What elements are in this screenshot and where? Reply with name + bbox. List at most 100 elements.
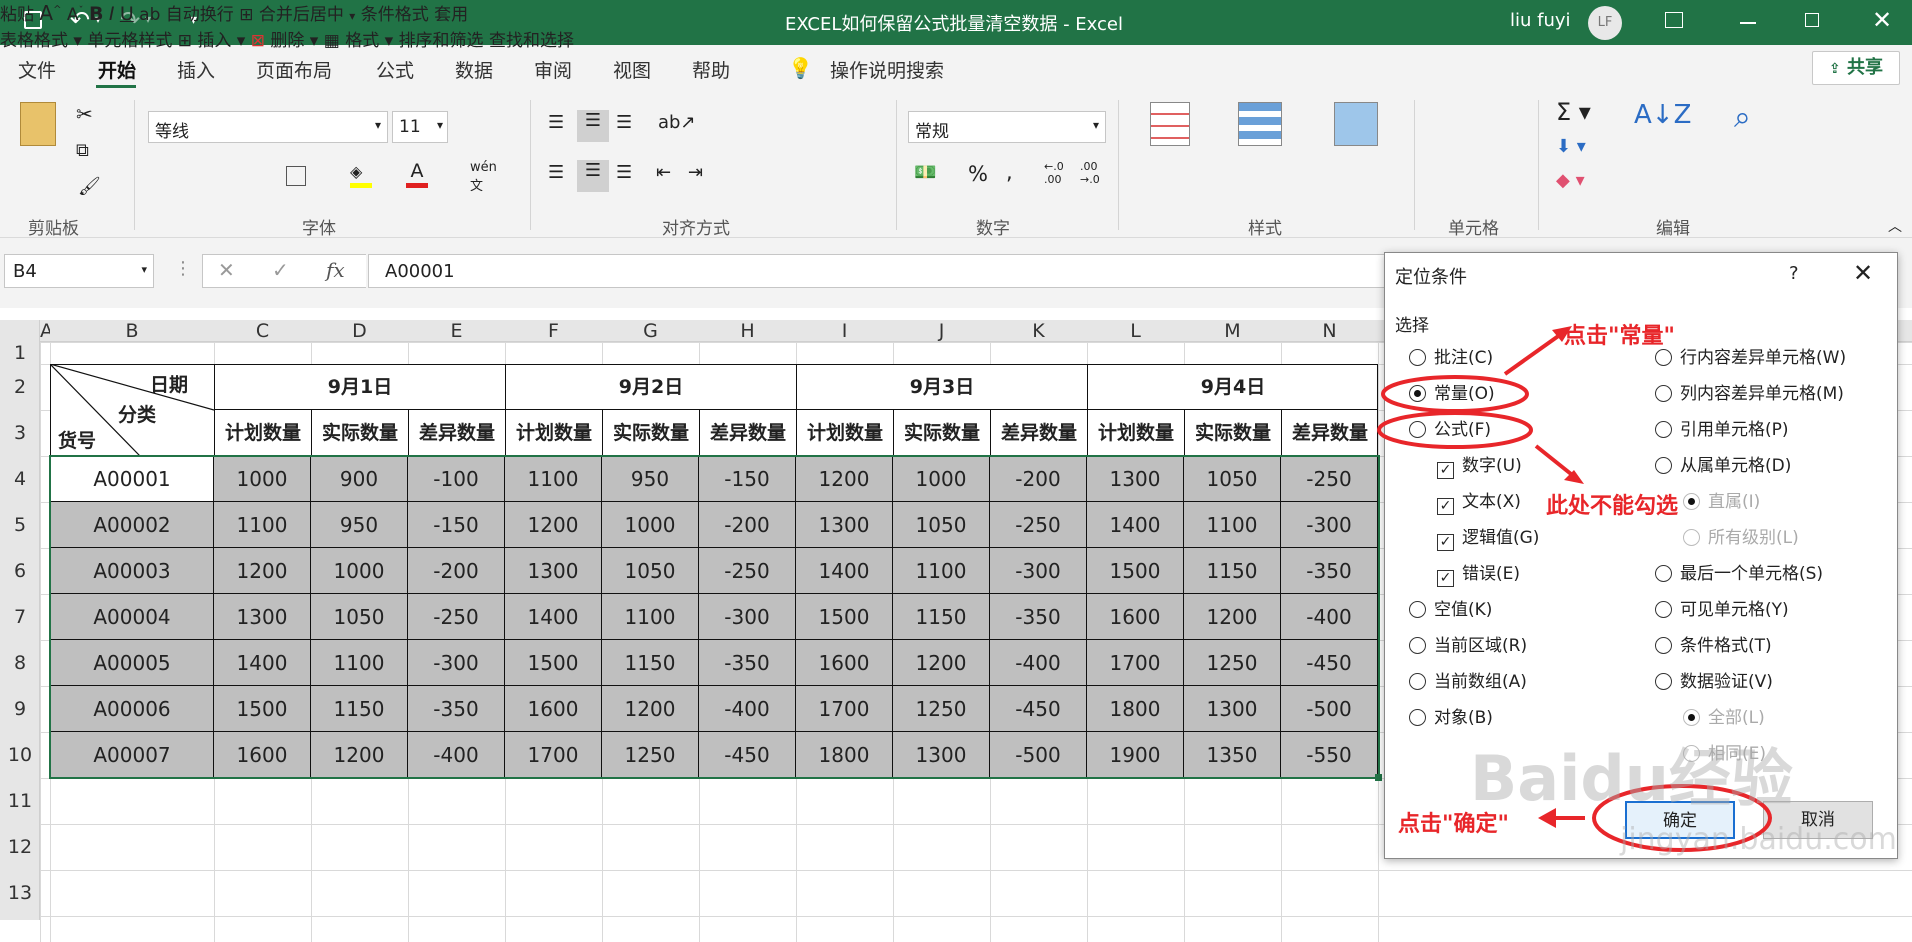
column-header-B[interactable]: B (50, 320, 214, 342)
autosum-icon[interactable]: Σ ▾ (1556, 98, 1591, 126)
collapse-ribbon-icon[interactable]: ︿ (1888, 216, 1902, 236)
borders-icon[interactable] (286, 166, 306, 186)
help-button[interactable]: ? (1789, 263, 1799, 284)
option-objects[interactable]: 对象(B) (1409, 703, 1493, 728)
row-header-6[interactable]: 6 (0, 548, 40, 594)
conditional-format-button[interactable]: 条件格式 (361, 5, 429, 25)
paste-icon[interactable] (20, 102, 56, 146)
column-header-A[interactable]: A (40, 320, 50, 342)
row-header-5[interactable]: 5 (0, 502, 40, 548)
merge-center-button[interactable]: ⊞ 合并后居中 ▾ (239, 5, 355, 25)
align-middle-icon[interactable]: ☰ (577, 110, 609, 142)
font-name-select[interactable]: 等线 ▾ (148, 111, 388, 143)
column-header-K[interactable]: K (990, 320, 1087, 342)
decrease-indent-icon[interactable]: ⇤ (656, 162, 671, 183)
cell-styles-icon[interactable] (1334, 102, 1378, 146)
option-errors[interactable]: ✓ 错误(E) (1437, 559, 1520, 587)
option-precedents[interactable]: 引用单元格(P) (1655, 415, 1789, 440)
row-header-10[interactable]: 10 (0, 732, 40, 778)
row-header-8[interactable]: 8 (0, 640, 40, 686)
option-column-differences[interactable]: 列内容差异单元格(M) (1655, 379, 1844, 404)
align-top-icon[interactable]: ☰ (548, 112, 564, 133)
italic-icon[interactable]: I (109, 3, 115, 25)
cell-styles-button[interactable]: 单元格样式 (87, 31, 172, 51)
increase-indent-icon[interactable]: ⇥ (688, 162, 703, 183)
conditional-format-icon[interactable] (1150, 102, 1190, 146)
delete-cells-button[interactable]: ⊠ 删除 ▾ (251, 31, 319, 51)
option-text[interactable]: ✓ 文本(X) (1437, 487, 1521, 515)
format-painter-icon[interactable]: 🖌 (78, 176, 101, 197)
column-header-F[interactable]: F (505, 320, 602, 342)
format-as-table-icon[interactable] (1238, 102, 1282, 146)
row-header-9[interactable]: 9 (0, 686, 40, 732)
row-header-12[interactable]: 12 (0, 824, 40, 870)
percent-icon[interactable]: % (968, 162, 988, 186)
fill-handle[interactable] (1375, 774, 1382, 781)
option-row-differences[interactable]: 行内容差异单元格(W) (1655, 343, 1846, 368)
row-header-2[interactable]: 2 (0, 364, 40, 410)
option-numbers[interactable]: ✓ 数字(U) (1437, 451, 1522, 479)
option-conditional-formats[interactable]: 条件格式(T) (1655, 631, 1772, 656)
font-color-icon[interactable]: A (406, 160, 428, 188)
copy-icon[interactable]: ⧉ (76, 140, 89, 161)
option-visible-cells[interactable]: 可见单元格(Y) (1655, 595, 1789, 620)
close-icon[interactable]: ✕ (1853, 259, 1873, 287)
cancel-entry-icon[interactable]: ✕ (218, 258, 235, 282)
insert-function-icon[interactable]: fx (326, 258, 345, 282)
align-center-icon[interactable]: ☰ (577, 160, 609, 192)
row-header-1[interactable]: 1 (0, 342, 40, 364)
number-format-select[interactable]: 常规 ▾ (908, 111, 1106, 143)
option-current-region[interactable]: 当前区域(R) (1409, 631, 1527, 656)
formula-input[interactable]: A00001 (368, 254, 1388, 288)
row-header-13[interactable]: 13 (0, 870, 40, 916)
accounting-icon[interactable]: 💵 (914, 162, 936, 183)
bold-icon[interactable]: B (89, 3, 103, 25)
paste-button[interactable]: 粘贴 (0, 5, 34, 25)
fill-color-icon[interactable]: ◈ (350, 162, 372, 188)
column-header-G[interactable]: G (602, 320, 699, 342)
row-header-11[interactable]: 11 (0, 778, 40, 824)
column-header-N[interactable]: N (1281, 320, 1378, 342)
orientation-icon[interactable]: ab↗ (658, 112, 696, 133)
insert-cells-button[interactable]: ⊞ 插入 ▾ (178, 31, 246, 51)
underline-icon[interactable]: U (120, 3, 134, 25)
option-data-validation[interactable]: 数据验证(V) (1655, 667, 1773, 692)
align-right-icon[interactable]: ☰ (616, 162, 632, 183)
column-header-L[interactable]: L (1087, 320, 1184, 342)
column-header-C[interactable]: C (214, 320, 311, 342)
column-header-D[interactable]: D (311, 320, 408, 342)
find-select-button[interactable]: 查找和选择 (489, 31, 574, 51)
option-current-array[interactable]: 当前数组(A) (1409, 667, 1527, 692)
option-logicals[interactable]: ✓ 逻辑值(G) (1437, 523, 1539, 551)
option-formulas[interactable]: 公式(F) (1409, 415, 1491, 440)
phonetic-icon[interactable]: wén 文 (470, 160, 497, 194)
wrap-text-button[interactable]: ab 自动换行 (139, 5, 234, 25)
increase-font-icon[interactable]: A^ (39, 1, 61, 25)
search-icon[interactable]: ⌕ (1734, 100, 1751, 135)
decrease-decimal-icon[interactable]: .00 →.0 (1080, 160, 1100, 186)
column-header-I[interactable]: I (796, 320, 893, 342)
increase-decimal-icon[interactable]: ←.0.00 (1044, 160, 1064, 186)
clear-icon[interactable]: ◆ ▾ (1556, 170, 1585, 191)
option-comments[interactable]: 批注(C) (1409, 343, 1493, 368)
row-header-7[interactable]: 7 (0, 594, 40, 640)
confirm-entry-icon[interactable]: ✓ (272, 258, 289, 282)
column-header-E[interactable]: E (408, 320, 505, 342)
column-header-M[interactable]: M (1184, 320, 1281, 342)
column-header-H[interactable]: H (699, 320, 796, 342)
fill-icon[interactable]: ⬇ ▾ (1556, 136, 1586, 157)
cut-icon[interactable]: ✂ (76, 102, 93, 126)
option-dependents[interactable]: 从属单元格(D) (1655, 451, 1791, 476)
option-last-cell[interactable]: 最后一个单元格(S) (1655, 559, 1823, 584)
font-size-select[interactable]: 11 ▾ (392, 111, 448, 143)
align-bottom-icon[interactable]: ☰ (616, 112, 632, 133)
option-blanks[interactable]: 空值(K) (1409, 595, 1492, 620)
row-header-3[interactable]: 3 (0, 410, 40, 456)
sort-filter-button[interactable]: 排序和筛选 (399, 31, 484, 51)
comma-icon[interactable]: , (1006, 160, 1013, 184)
align-left-icon[interactable]: ☰ (548, 162, 564, 183)
format-cells-button[interactable]: ▦ 格式 ▾ (324, 31, 393, 51)
name-box[interactable]: B4 ▾ (4, 254, 154, 288)
option-constants[interactable]: 常量(O) (1409, 379, 1495, 404)
sort-filter-icon[interactable]: A↓Z (1634, 100, 1691, 130)
